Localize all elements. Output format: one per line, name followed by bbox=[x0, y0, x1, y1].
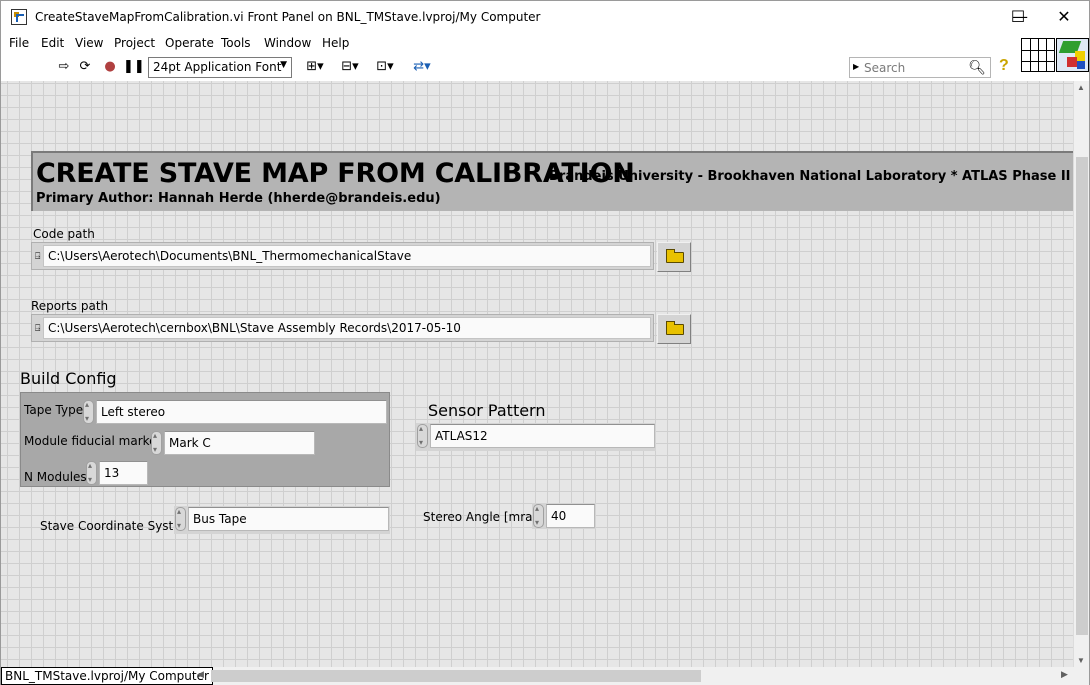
menu-edit[interactable]: Edit bbox=[41, 36, 64, 50]
reports-path-field[interactable]: C:\Users\Aerotech\cernbox\BNL\Stave Asse… bbox=[43, 317, 651, 339]
menu-operate[interactable]: Operate bbox=[165, 36, 214, 50]
build-config-title: Build Config bbox=[20, 369, 117, 388]
folder-icon bbox=[666, 249, 684, 263]
scroll-down-icon[interactable]: ▼ bbox=[1077, 656, 1085, 665]
numeric-spinner[interactable] bbox=[86, 461, 97, 485]
page-title: CREATE STAVE MAP FROM CALIBRATION bbox=[36, 158, 635, 189]
labview-window: CreateStaveMapFromCalibration.vi Front P… bbox=[0, 0, 1090, 685]
connector-pane-icon[interactable] bbox=[1021, 38, 1055, 72]
reports-path-control[interactable]: ⍈ C:\Users\Aerotech\cernbox\BNL\Stave As… bbox=[31, 314, 654, 342]
vertical-scrollbar[interactable]: ▲ ▼ bbox=[1073, 81, 1089, 667]
vi-icon[interactable] bbox=[1056, 38, 1089, 72]
title-bar: CreateStaveMapFromCalibration.vi Front P… bbox=[1, 1, 1089, 33]
menu-project[interactable]: Project bbox=[114, 36, 155, 50]
reorder-icon[interactable]: ⇄▾ bbox=[410, 59, 434, 75]
n-modules-label: N Modules bbox=[24, 470, 87, 484]
institutions-text: Brandeis University - Brookhaven Nationa… bbox=[549, 169, 1073, 184]
close-button[interactable]: ✕ bbox=[1041, 1, 1087, 33]
ring-spinner[interactable] bbox=[417, 424, 428, 448]
maximize-icon: ☐ bbox=[1010, 7, 1026, 26]
author-text: Primary Author: Hannah Herde (hherde@bra… bbox=[36, 191, 441, 206]
module-fiducial-marker-ring[interactable]: Mark C bbox=[151, 431, 315, 455]
scroll-up-icon[interactable]: ▲ bbox=[1077, 83, 1085, 92]
path-icon: ⍈ bbox=[35, 323, 41, 333]
code-path-control[interactable]: ⍈ C:\Users\Aerotech\Documents\BNL_Thermo… bbox=[31, 242, 654, 270]
pause-icon[interactable]: ❚❚ bbox=[123, 59, 145, 75]
search-icon[interactable]: 🔍︎ bbox=[968, 59, 986, 76]
front-panel: CREATE STAVE MAP FROM CALIBRATION Brande… bbox=[1, 81, 1073, 667]
run-continuously-icon[interactable]: ⟳ bbox=[77, 59, 93, 75]
n-modules-numeric[interactable]: 13 bbox=[86, 461, 148, 485]
status-bar: BNL_TMStave.lvproj/My Computer ◀ ▶ bbox=[1, 667, 1089, 685]
ring-spinner[interactable] bbox=[83, 400, 94, 424]
horizontal-scroll-thumb[interactable] bbox=[211, 670, 701, 682]
stereo-angle-label: Stereo Angle [mrad] bbox=[423, 510, 545, 524]
ring-spinner[interactable] bbox=[175, 507, 186, 531]
search-placeholder: Search bbox=[864, 61, 906, 75]
module-fiducial-marker-value[interactable]: Mark C bbox=[164, 431, 315, 455]
abort-icon[interactable]: ● bbox=[102, 59, 118, 75]
module-fiducial-marker-label: Module fiducial marker bbox=[24, 434, 162, 448]
path-icon: ⍈ bbox=[35, 251, 41, 261]
project-path: BNL_TMStave.lvproj/My Computer bbox=[1, 667, 213, 685]
maximize-button[interactable]: ☐ bbox=[995, 1, 1041, 33]
font-selector[interactable]: 24pt Application Font ▼ bbox=[148, 57, 292, 78]
menu-tools[interactable]: Tools bbox=[221, 36, 251, 50]
sensor-pattern-value[interactable]: ATLAS12 bbox=[430, 424, 655, 448]
distribute-objects-icon[interactable]: ⊟▾ bbox=[338, 59, 362, 75]
stave-coordinate-system-label: Stave Coordinate System bbox=[40, 519, 193, 533]
stave-coordinate-system-value[interactable]: Bus Tape bbox=[188, 507, 389, 531]
window-title: CreateStaveMapFromCalibration.vi Front P… bbox=[35, 10, 541, 24]
labview-app-icon bbox=[11, 9, 27, 25]
sensor-pattern-label: Sensor Pattern bbox=[428, 401, 546, 420]
context-help-icon[interactable]: ? bbox=[999, 57, 1009, 75]
stave-coordinate-system-ring[interactable]: Bus Tape bbox=[175, 507, 389, 531]
menu-help[interactable]: Help bbox=[322, 36, 349, 50]
code-path-field[interactable]: C:\Users\Aerotech\Documents\BNL_Thermome… bbox=[43, 245, 651, 267]
reports-path-browse-button[interactable] bbox=[657, 314, 691, 344]
stereo-angle-value[interactable]: 40 bbox=[546, 504, 595, 528]
run-arrow-icon[interactable]: ⇨ bbox=[56, 59, 72, 75]
toolbar: ⇨ ⟳ ● ❚❚ 24pt Application Font ▼ ⊞▾ ⊟▾ ⊡… bbox=[1, 53, 1021, 81]
reports-path-label: Reports path bbox=[31, 299, 109, 313]
scroll-left-icon[interactable]: ◀ bbox=[197, 669, 204, 680]
build-config-cluster: Tape Type Left stereo Module fiducial ma… bbox=[20, 392, 390, 487]
stereo-angle-numeric[interactable]: 40 bbox=[533, 504, 595, 528]
align-objects-icon[interactable]: ⊞▾ bbox=[303, 59, 327, 75]
folder-icon bbox=[666, 321, 684, 335]
close-icon: ✕ bbox=[1057, 7, 1071, 26]
header-banner: CREATE STAVE MAP FROM CALIBRATION Brande… bbox=[31, 151, 1073, 211]
menu-view[interactable]: View bbox=[75, 36, 103, 50]
tape-type-value[interactable]: Left stereo bbox=[96, 400, 387, 424]
font-selector-value: 24pt Application Font bbox=[153, 60, 282, 74]
menu-bar: File Edit View Project Operate Tools Win… bbox=[1, 33, 1021, 53]
scroll-right-icon[interactable]: ▶ bbox=[1061, 669, 1068, 680]
search-input[interactable]: ▶ Search 🔍︎ bbox=[849, 57, 991, 78]
n-modules-value[interactable]: 13 bbox=[99, 461, 148, 485]
sensor-pattern-ring[interactable]: ATLAS12 bbox=[417, 424, 655, 448]
tape-type-ring[interactable]: Left stereo bbox=[83, 400, 387, 424]
ring-spinner[interactable] bbox=[151, 431, 162, 455]
menu-file[interactable]: File bbox=[9, 36, 29, 50]
tape-type-label: Tape Type bbox=[24, 403, 84, 417]
vertical-scroll-thumb[interactable] bbox=[1076, 157, 1088, 635]
code-path-label: Code path bbox=[33, 227, 95, 241]
chevron-right-icon: ▶ bbox=[853, 62, 860, 71]
chevron-down-icon: ▼ bbox=[280, 60, 287, 70]
resize-objects-icon[interactable]: ⊡▾ bbox=[373, 59, 397, 75]
menu-window[interactable]: Window bbox=[264, 36, 311, 50]
numeric-spinner[interactable] bbox=[533, 504, 544, 528]
code-path-browse-button[interactable] bbox=[657, 242, 691, 272]
